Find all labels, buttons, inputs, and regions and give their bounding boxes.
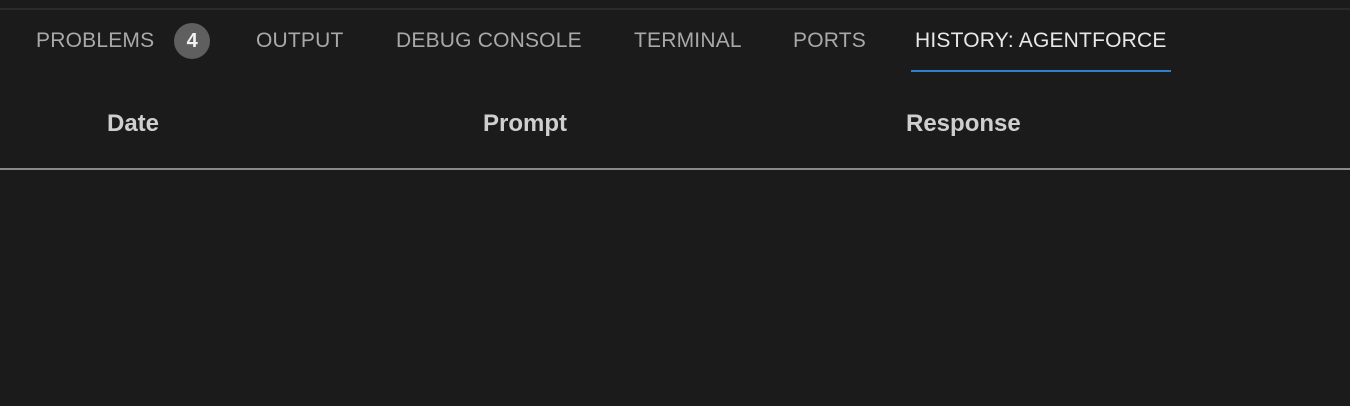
problems-count-badge: 4 <box>174 23 211 59</box>
history-table-header: Date Prompt Response <box>0 100 1350 152</box>
history-table-body <box>0 170 1350 406</box>
column-header-response[interactable]: Response <box>906 110 1021 138</box>
column-header-prompt[interactable]: Prompt <box>483 110 567 138</box>
tab-ports[interactable]: PORTS <box>793 10 866 72</box>
tab-terminal[interactable]: TERMINAL <box>634 10 742 72</box>
tab-problems-label: PROBLEMS <box>36 29 155 52</box>
tab-problems[interactable]: PROBLEMS 4 <box>36 10 211 72</box>
panel-tab-bar: PROBLEMS 4 OUTPUT DEBUG CONSOLE TERMINAL… <box>0 10 1350 72</box>
tab-debug-console[interactable]: DEBUG CONSOLE <box>396 10 582 72</box>
tab-terminal-label: TERMINAL <box>634 29 742 52</box>
active-tab-indicator <box>911 70 1171 72</box>
bottom-panel: PROBLEMS 4 OUTPUT DEBUG CONSOLE TERMINAL… <box>0 0 1350 406</box>
tab-output[interactable]: OUTPUT <box>256 10 344 72</box>
tab-debug-console-label: DEBUG CONSOLE <box>396 29 582 52</box>
tab-history-agentforce-label: HISTORY: AGENTFORCE <box>915 29 1167 52</box>
tab-history-agentforce[interactable]: HISTORY: AGENTFORCE <box>911 10 1171 72</box>
tab-ports-label: PORTS <box>793 29 866 52</box>
tab-output-label: OUTPUT <box>256 29 344 52</box>
column-header-date[interactable]: Date <box>107 110 159 138</box>
